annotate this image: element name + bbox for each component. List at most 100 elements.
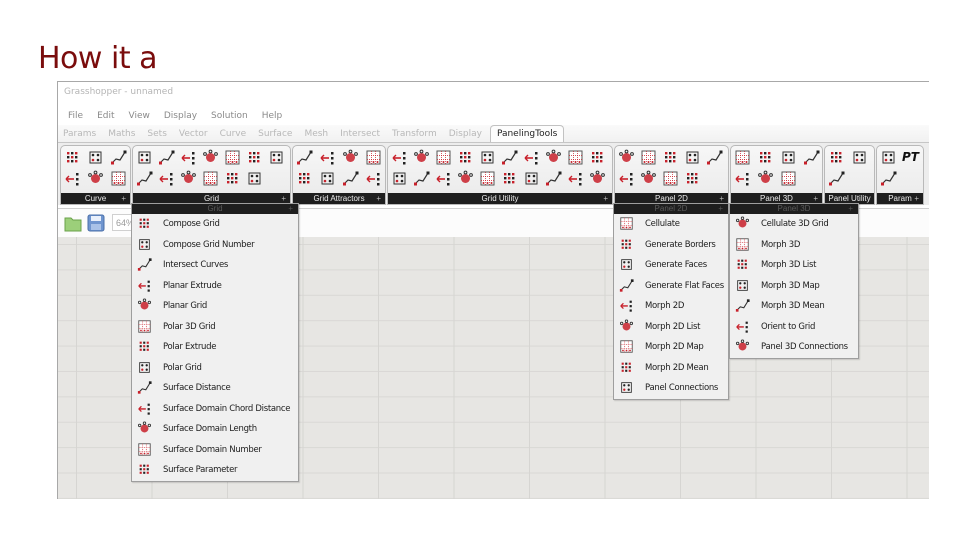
panel-utility-tool-3-icon[interactable] (828, 170, 845, 187)
grid-attractors-tool-2-icon[interactable] (319, 149, 336, 166)
tab-mesh[interactable]: Mesh (304, 126, 328, 142)
grid-utility-tool-12-icon[interactable] (413, 170, 430, 187)
grid-tool-8-icon[interactable] (136, 170, 153, 187)
expand-grid-attractors-button[interactable]: + (376, 193, 381, 204)
curve-tool-5-icon[interactable] (87, 170, 104, 187)
tab-maths[interactable]: Maths (108, 126, 135, 142)
panel-utility-tool-1-icon[interactable] (828, 149, 845, 166)
grid-tool-1-icon[interactable] (136, 149, 153, 166)
grid-utility-tool-3-icon[interactable] (435, 149, 452, 166)
grid-tool-6-icon[interactable] (246, 149, 263, 166)
panel-2d-dropdown-plus[interactable]: + (718, 204, 723, 214)
grid-tool-12-icon[interactable] (224, 170, 241, 187)
tab-sets[interactable]: Sets (147, 126, 166, 142)
grid-utility-tool-15-icon[interactable] (479, 170, 496, 187)
grid-tool-2-icon[interactable] (158, 149, 175, 166)
tab-panelingtools[interactable]: PanelingTools (489, 125, 565, 142)
menu-item[interactable]: Compose Grid (132, 214, 298, 235)
grid-utility-tool-11-icon[interactable] (391, 170, 408, 187)
menu-item[interactable]: Surface Domain Chord Distance (132, 399, 298, 420)
grid-attractors-tool-4-icon[interactable] (365, 149, 382, 166)
grid-utility-tool-4-icon[interactable] (457, 149, 474, 166)
expand-curve-button[interactable]: + (121, 193, 126, 204)
grid-utility-tool-7-icon[interactable] (523, 149, 540, 166)
menu-item[interactable]: Generate Flat Faces (614, 276, 728, 297)
menu-item[interactable]: Surface Distance (132, 378, 298, 399)
panel-utility-tool-2-icon[interactable] (851, 149, 868, 166)
grid-utility-tool-5-icon[interactable] (479, 149, 496, 166)
menu-item[interactable]: Panel Connections (614, 378, 728, 399)
panel-3d-tool-1-icon[interactable] (734, 149, 751, 166)
menu-edit[interactable]: Edit (97, 107, 114, 125)
grid-attractors-tool-7-icon[interactable] (342, 170, 359, 187)
menu-item[interactable]: Morph 3D (730, 235, 858, 256)
menu-item[interactable]: Surface Parameter (132, 460, 298, 481)
menu-item[interactable]: Planar Extrude (132, 276, 298, 297)
grid-utility-tool-18-icon[interactable] (545, 170, 562, 187)
tab-curve[interactable]: Curve (220, 126, 247, 142)
panel-2d-tool-4-icon[interactable] (684, 149, 701, 166)
curve-tool-6-icon[interactable] (110, 170, 127, 187)
grid-utility-tool-1-icon[interactable] (391, 149, 408, 166)
grid-utility-tool-13-icon[interactable] (435, 170, 452, 187)
grid-attractors-tool-1-icon[interactable] (296, 149, 313, 166)
panel-3d-tool-3-icon[interactable] (780, 149, 797, 166)
panel-2d-tool-3-icon[interactable] (662, 149, 679, 166)
grid-utility-tool-10-icon[interactable] (589, 149, 606, 166)
menu-item[interactable]: Generate Borders (614, 235, 728, 256)
grid-utility-tool-8-icon[interactable] (545, 149, 562, 166)
panel-2d-tool-2-icon[interactable] (640, 149, 657, 166)
tab-transform[interactable]: Transform (392, 126, 437, 142)
panel-2d-tool-9-icon[interactable] (684, 170, 701, 187)
grid-tool-13-icon[interactable] (246, 170, 263, 187)
expand-param-button[interactable]: + (914, 193, 919, 204)
menu-item[interactable]: Surface Domain Number (132, 440, 298, 461)
menu-view[interactable]: View (129, 107, 150, 125)
grid-attractors-tool-6-icon[interactable] (319, 170, 336, 187)
menu-item[interactable]: Morph 3D Map (730, 276, 858, 297)
menu-item[interactable]: Panel 3D Connections (730, 337, 858, 358)
grid-utility-tool-19-icon[interactable] (567, 170, 584, 187)
panel-3d-tool-7-icon[interactable] (780, 170, 797, 187)
grid-tool-4-icon[interactable] (202, 149, 219, 166)
menu-item[interactable]: Morph 2D (614, 296, 728, 317)
menu-solution[interactable]: Solution (211, 107, 248, 125)
grid-utility-tool-6-icon[interactable] (501, 149, 518, 166)
tab-display[interactable]: Display (449, 126, 482, 142)
menu-help[interactable]: Help (262, 107, 283, 125)
grid-utility-tool-2-icon[interactable] (413, 149, 430, 166)
grid-utility-tool-16-icon[interactable] (501, 170, 518, 187)
menu-display[interactable]: Display (164, 107, 197, 125)
folder-open-icon[interactable] (64, 214, 82, 232)
grid-attractors-tool-8-icon[interactable] (365, 170, 382, 187)
menu-item[interactable]: Morph 2D List (614, 317, 728, 338)
menu-item[interactable]: Polar 3D Grid (132, 317, 298, 338)
panel-2d-tool-8-icon[interactable] (662, 170, 679, 187)
grid-utility-tool-14-icon[interactable] (457, 170, 474, 187)
panel-2d-tool-6-icon[interactable] (618, 170, 635, 187)
panel-3d-tool-5-icon[interactable] (734, 170, 751, 187)
menu-item[interactable]: Morph 2D Map (614, 337, 728, 358)
panel-3d-tool-6-icon[interactable] (757, 170, 774, 187)
tab-intersect[interactable]: Intersect (340, 126, 380, 142)
panel-3d-tool-2-icon[interactable] (757, 149, 774, 166)
grid-utility-tool-9-icon[interactable] (567, 149, 584, 166)
menu-item[interactable]: Generate Faces (614, 255, 728, 276)
tab-vector[interactable]: Vector (179, 126, 208, 142)
menu-item[interactable]: Cellulate (614, 214, 728, 235)
menu-item[interactable]: Cellulate 3D Grid (730, 214, 858, 235)
curve-tool-3-icon[interactable] (110, 149, 127, 166)
panel-2d-tool-5-icon[interactable] (706, 149, 723, 166)
menu-item[interactable]: Polar Extrude (132, 337, 298, 358)
expand-grid-utility-button[interactable]: + (603, 193, 608, 204)
floppy-save-icon[interactable] (87, 214, 105, 232)
menu-item[interactable]: Morph 2D Mean (614, 358, 728, 379)
panel-3d-dropdown-plus[interactable]: + (848, 204, 853, 214)
grid-attractors-tool-3-icon[interactable] (342, 149, 359, 166)
panel-2d-tool-7-icon[interactable] (640, 170, 657, 187)
menu-item[interactable]: Surface Domain Length (132, 419, 298, 440)
curve-tool-4-icon[interactable] (64, 170, 81, 187)
grid-tool-5-icon[interactable] (224, 149, 241, 166)
panel-3d-tool-4-icon[interactable] (803, 149, 820, 166)
panel-2d-tool-1-icon[interactable] (618, 149, 635, 166)
